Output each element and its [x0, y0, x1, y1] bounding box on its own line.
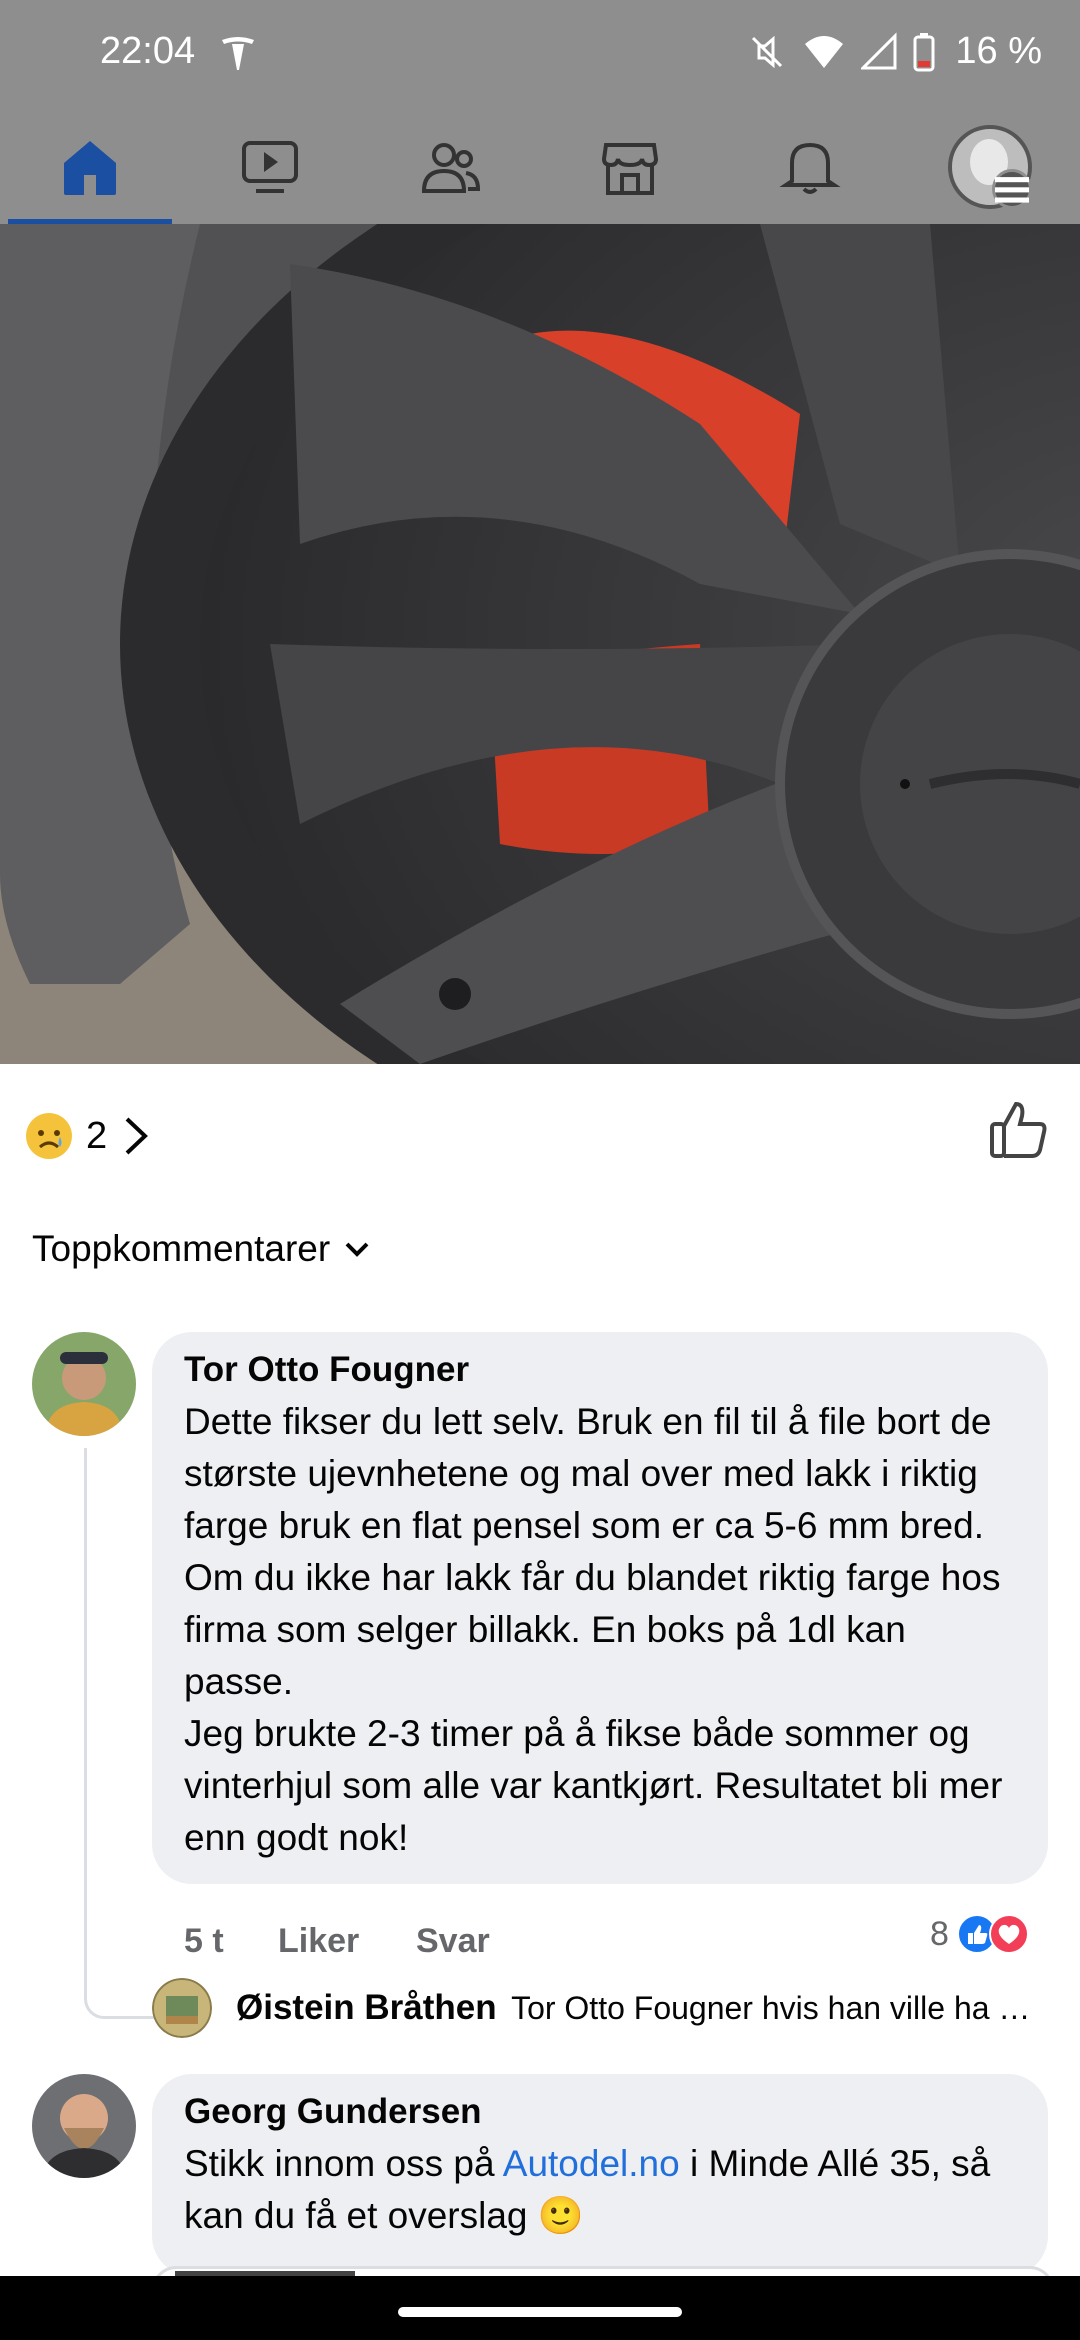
comment-bubble[interactable]: Georg Gundersen Stikk innom oss på Autod… — [152, 2074, 1048, 2276]
comment-reactions[interactable]: 8 — [930, 1914, 1029, 1954]
comment-time: 5 t — [184, 1922, 224, 1960]
like-button[interactable]: Liker — [278, 1922, 359, 1961]
comment-author[interactable]: Tor Otto Fougner — [184, 1350, 1020, 1390]
status-bar: 22:04 16 % — [0, 0, 1080, 110]
signal-icon — [861, 31, 897, 69]
thread-line — [84, 1448, 155, 2019]
comment-reaction-count: 8 — [930, 1914, 949, 1953]
reactions-summary[interactable]: 2 — [26, 1100, 151, 1172]
home-icon — [64, 141, 116, 195]
reply-button[interactable]: Svar — [416, 1922, 490, 1961]
top-navigation — [0, 110, 1080, 226]
wifi-icon — [805, 35, 844, 68]
top-comments-label: Toppkommentarer — [32, 1228, 331, 1269]
chevron-right-icon — [125, 1117, 149, 1155]
battery-icon — [913, 32, 935, 71]
nav-profile-menu[interactable] — [900, 110, 1080, 224]
nav-marketplace[interactable] — [540, 110, 720, 224]
reaction-count: 2 — [86, 1114, 108, 1157]
notifications-icon — [779, 142, 841, 194]
comments-sheet: 2 Toppkommentarer Tor Otto Fougner Dette… — [0, 1064, 1080, 2276]
reply-avatar[interactable] — [152, 1978, 212, 2038]
system-icons: 16 % — [747, 30, 1042, 73]
autodel-link[interactable]: Autodel.no — [503, 2143, 680, 2184]
reply-preview-text: Tor Otto Fougner hvis han ville ha … — [511, 1990, 1031, 2026]
nav-groups[interactable] — [360, 110, 540, 224]
nav-video[interactable] — [180, 110, 360, 224]
status-time: 22:04 — [100, 30, 196, 72]
groups-icon — [421, 143, 481, 193]
tesla-icon — [222, 37, 254, 70]
sad-reaction-icon — [26, 1113, 72, 1159]
wheel-illustration — [0, 224, 1080, 1064]
next-comment-peek — [152, 2266, 1054, 2276]
post-photo[interactable] — [0, 224, 1080, 1064]
commenter-avatar[interactable] — [32, 2074, 136, 2178]
home-gesture-handle[interactable] — [398, 2307, 682, 2317]
comment-text: Stikk innom oss på Autodel.no i Minde Al… — [184, 2138, 1020, 2242]
comment-text: Dette fikser du lett selv. Bruk en fil t… — [184, 1401, 1003, 1858]
love-reaction-icon — [988, 1914, 1029, 1954]
reply-author[interactable]: Øistein Bråthen — [236, 1988, 497, 2027]
like-icon[interactable] — [986, 1096, 1052, 1162]
nav-home[interactable] — [0, 110, 180, 224]
mute-icon — [752, 35, 783, 68]
comment-text-start: Stikk innom oss på — [184, 2143, 503, 2184]
marketplace-icon — [601, 143, 659, 195]
comment-bubble[interactable]: Tor Otto Fougner Dette fikser du lett se… — [152, 1332, 1048, 1884]
video-icon — [242, 141, 298, 193]
commenter-avatar[interactable] — [32, 1332, 136, 1436]
nav-notifications[interactable] — [720, 110, 900, 224]
chevron-down-icon — [345, 1242, 369, 1257]
battery-percent: 16 % — [955, 30, 1042, 72]
menu-icon — [992, 169, 1032, 209]
comment-author[interactable]: Georg Gundersen — [184, 2092, 1020, 2132]
top-comments-filter[interactable]: Toppkommentarer — [32, 1228, 370, 1270]
reply-preview[interactable]: Øistein Bråthen Tor Otto Fougner hvis ha… — [236, 1988, 1056, 2028]
